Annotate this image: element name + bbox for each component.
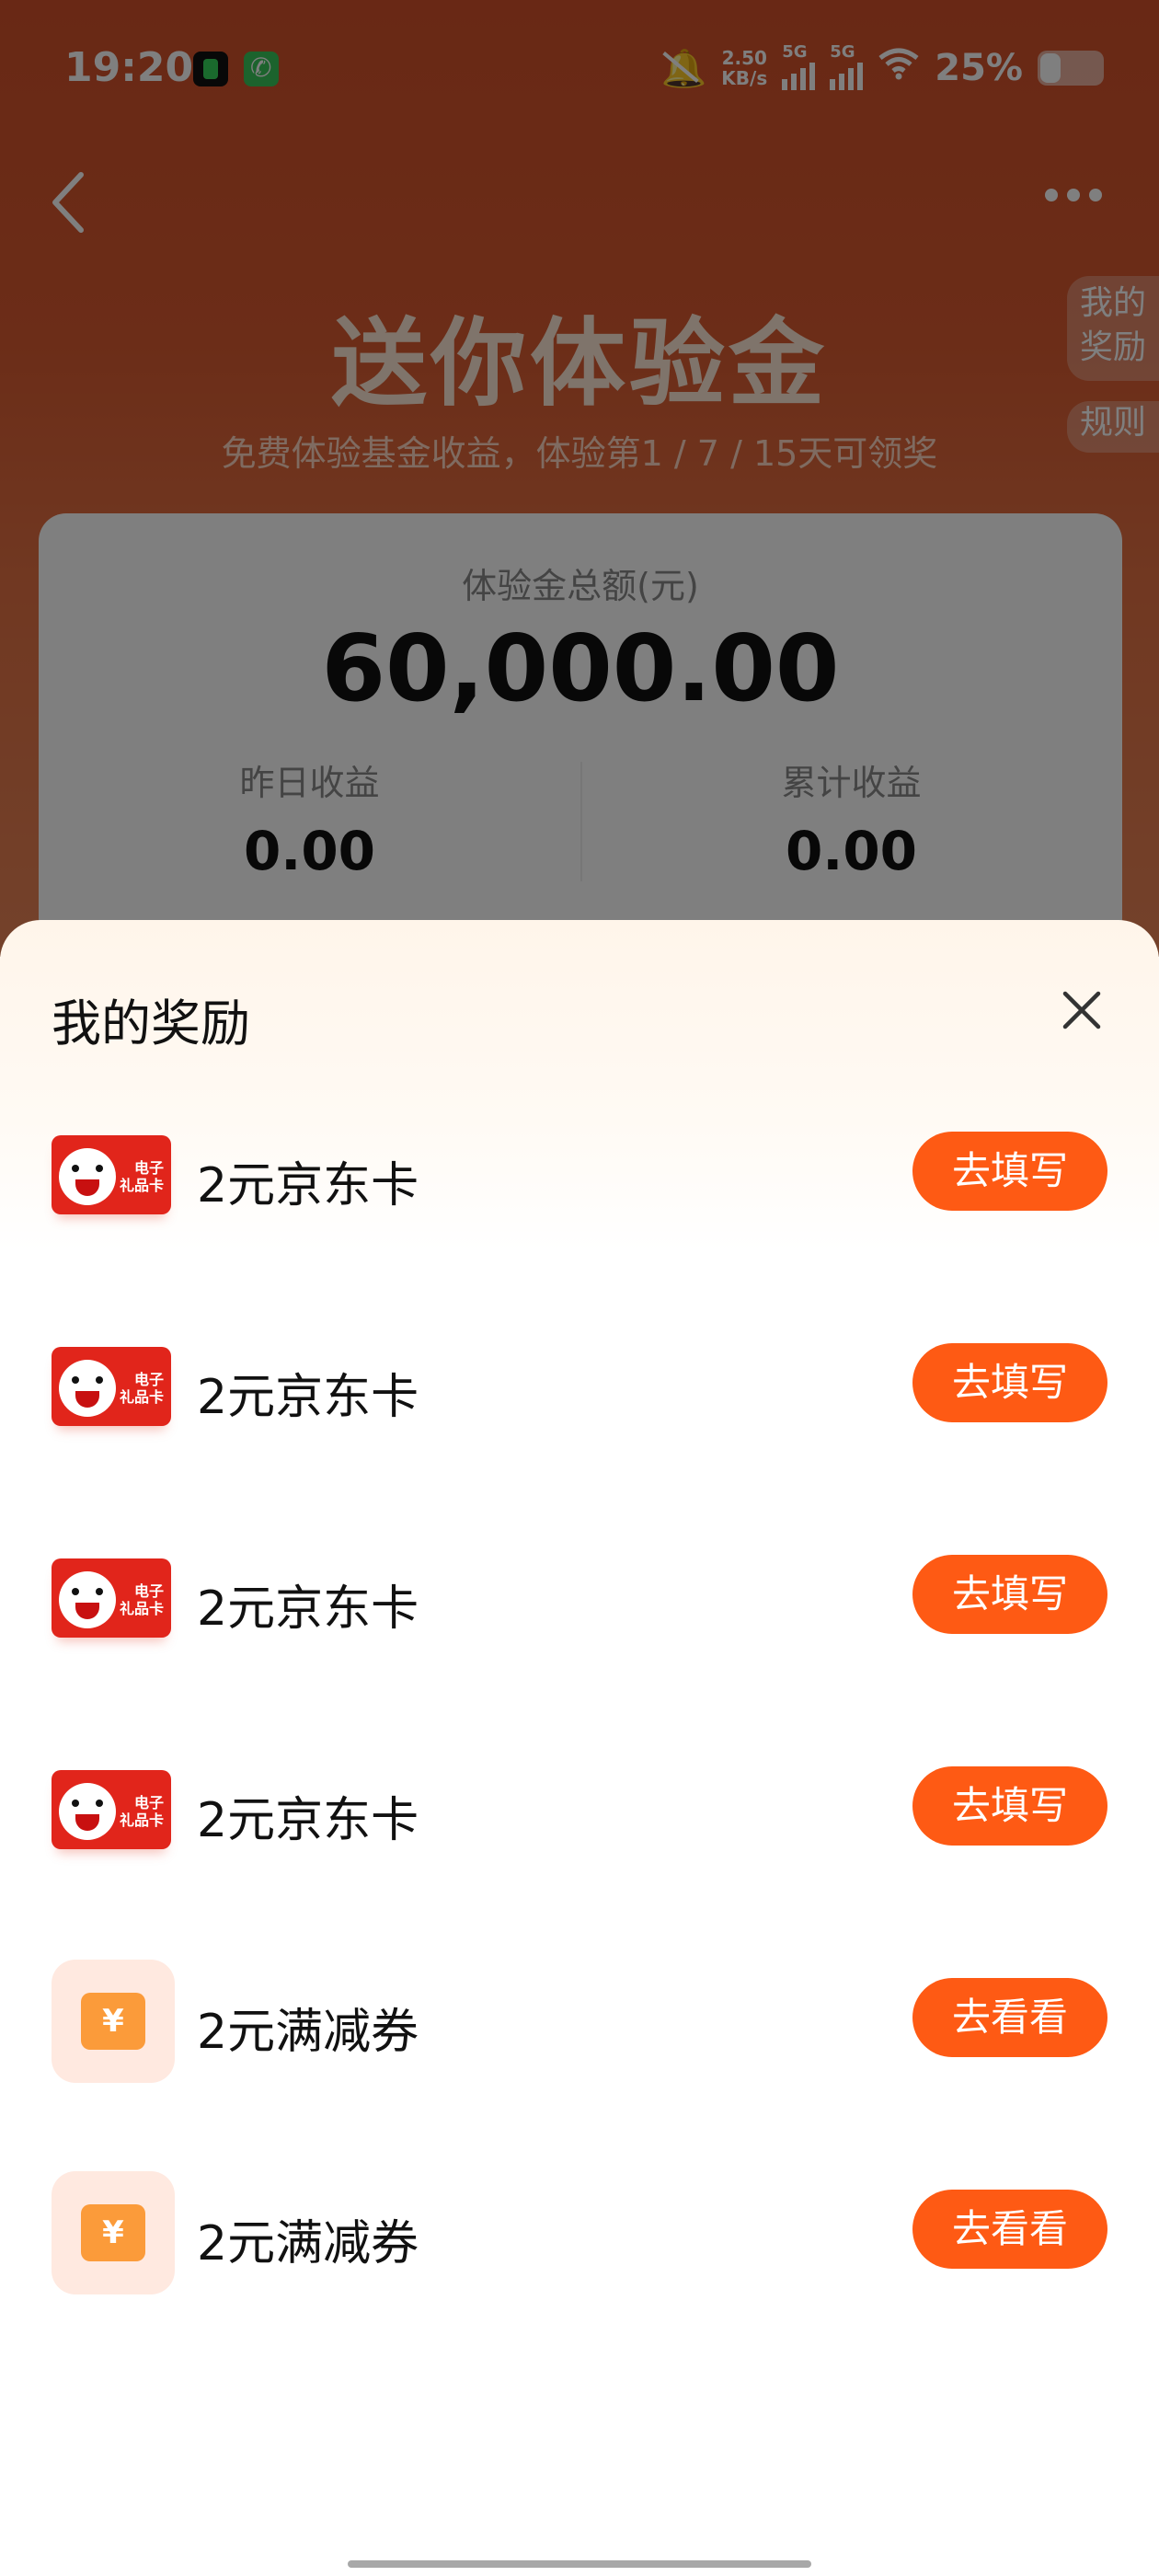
jd-card-image: 电子 礼品卡 xyxy=(52,1135,171,1214)
jd-card-image: 电子 礼品卡 xyxy=(52,1558,171,1638)
reward-action-button[interactable]: 去填写 xyxy=(912,1766,1107,1846)
jd-card-image: 电子 礼品卡 xyxy=(52,1347,171,1426)
jd-card-image: 电子 礼品卡 xyxy=(52,1770,171,1849)
reward-name: 2元京东卡 xyxy=(197,1158,419,1213)
reward-list: 电子 礼品卡 2元京东卡 去填写 电子 礼品卡 2元京东卡 去填写 电子 礼品卡 2元… xyxy=(0,1132,1159,2401)
jd-card-text: 电子 礼品卡 xyxy=(119,1159,164,1194)
reward-name: 2元京东卡 xyxy=(197,1581,419,1637)
reward-item: 电子 礼品卡 2元京东卡 去填写 xyxy=(0,1555,1159,1766)
coupon-icon: ¥ xyxy=(52,1960,175,2083)
close-icon[interactable] xyxy=(1056,984,1107,1036)
jd-gift-card-icon: 电子 礼品卡 xyxy=(52,1132,171,1224)
my-rewards-sheet: 我的奖励 电子 礼品卡 2元京东卡 去填写 电子 礼品卡 2元京东卡 去填写 电子礼… xyxy=(0,920,1159,2576)
jd-mascot-icon xyxy=(59,1783,116,1840)
modal-backdrop[interactable] xyxy=(0,0,1159,957)
jd-mascot-icon xyxy=(59,1360,116,1417)
reward-item: 电子 礼品卡 2元京东卡 去填写 xyxy=(0,1766,1159,1978)
jd-mascot-icon xyxy=(59,1571,116,1628)
jd-card-text: 电子 礼品卡 xyxy=(119,1371,164,1406)
reward-name: 2元满减券 xyxy=(197,2005,419,2060)
reward-action-button[interactable]: 去填写 xyxy=(912,1132,1107,1211)
coupon-ticket-icon: ¥ xyxy=(81,1993,145,2050)
reward-item: ¥ 2元满减券 去看看 xyxy=(0,1960,1159,2190)
reward-item: 电子 礼品卡 2元京东卡 去填写 xyxy=(0,1343,1159,1555)
jd-mascot-icon xyxy=(59,1148,116,1205)
reward-action-button[interactable]: 去看看 xyxy=(912,2190,1107,2269)
reward-action-button[interactable]: 去填写 xyxy=(912,1343,1107,1422)
coupon-icon: ¥ xyxy=(52,2171,175,2294)
jd-gift-card-icon: 电子 礼品卡 xyxy=(52,1555,171,1647)
coupon-ticket-icon: ¥ xyxy=(81,2204,145,2261)
home-indicator[interactable] xyxy=(348,2560,811,2568)
jd-card-text: 电子 礼品卡 xyxy=(119,1794,164,1829)
jd-gift-card-icon: 电子 礼品卡 xyxy=(52,1343,171,1435)
sheet-title: 我的奖励 xyxy=(52,995,250,1052)
reward-name: 2元京东卡 xyxy=(197,1793,419,1848)
jd-gift-card-icon: 电子 礼品卡 xyxy=(52,1766,171,1858)
reward-item: ¥ 2元满减券 去看看 xyxy=(0,2171,1159,2401)
reward-name: 2元满减券 xyxy=(197,2216,419,2271)
reward-item: 电子 礼品卡 2元京东卡 去填写 xyxy=(0,1132,1159,1343)
reward-action-button[interactable]: 去填写 xyxy=(912,1555,1107,1634)
reward-name: 2元京东卡 xyxy=(197,1370,419,1425)
jd-card-text: 电子 礼品卡 xyxy=(119,1582,164,1617)
reward-action-button[interactable]: 去看看 xyxy=(912,1978,1107,2057)
